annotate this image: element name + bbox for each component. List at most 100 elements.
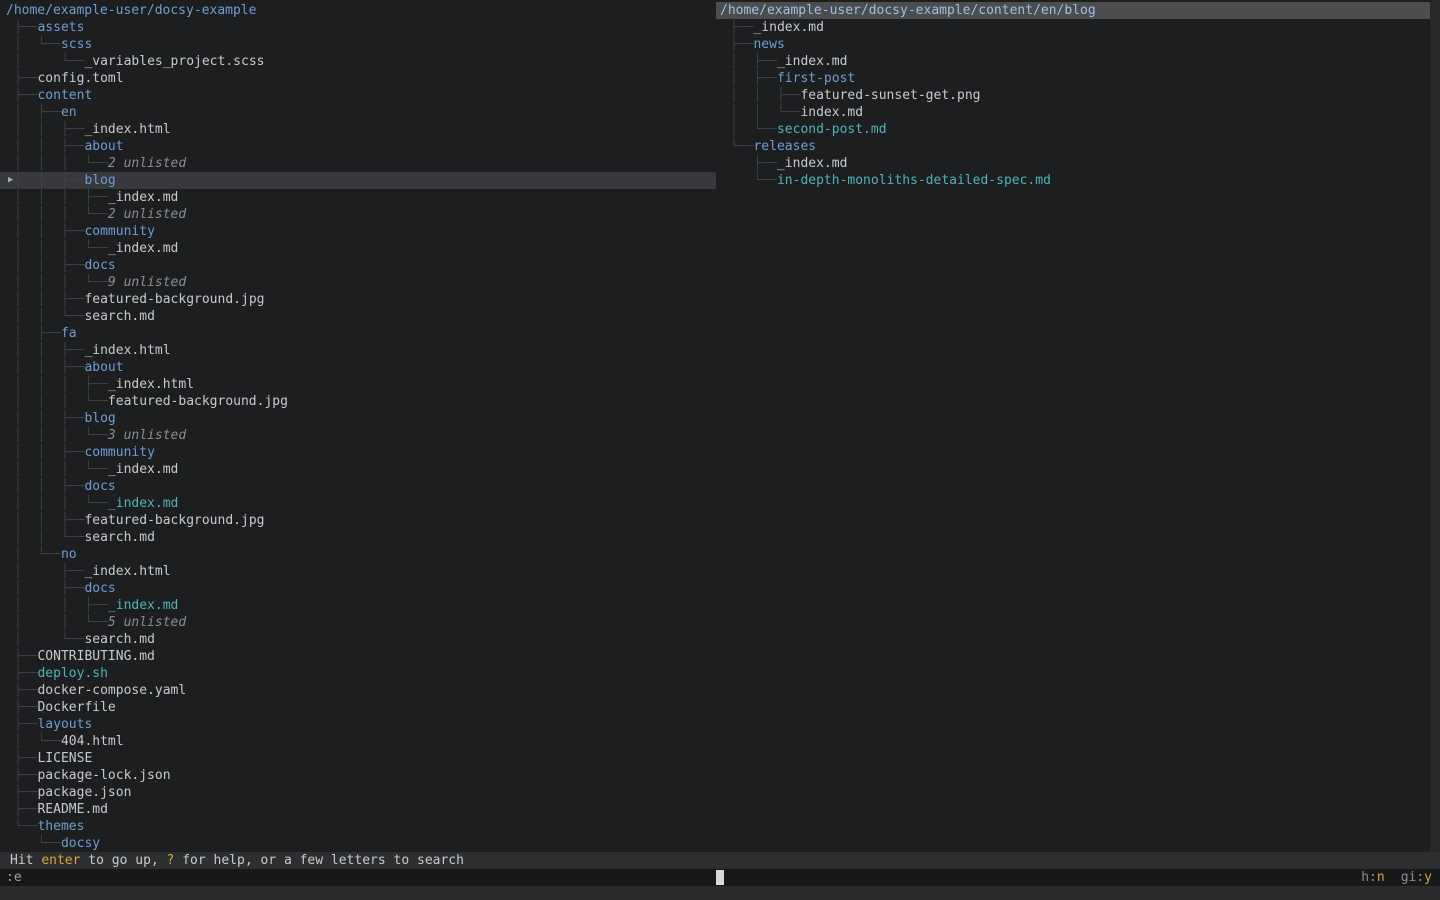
- tree-row[interactable]: │ │ ├──docs: [0, 257, 716, 274]
- entry-name: _index.md: [108, 598, 178, 613]
- tree-row[interactable]: ├──package.json: [0, 784, 716, 801]
- entry-name: about: [84, 139, 123, 154]
- tree-row[interactable]: │ │ └──index.md: [716, 104, 1440, 121]
- tree-row[interactable]: │ │ ├──community: [0, 223, 716, 240]
- tree-branch-lines: ├──: [730, 37, 753, 52]
- status-text: to go up,: [80, 853, 166, 868]
- tree-row[interactable]: │ │ ├──blog: [0, 410, 716, 427]
- tree-branch-lines: ├──: [14, 683, 37, 698]
- tree-row[interactable]: ├──config.toml: [0, 70, 716, 87]
- tree-row[interactable]: ├──LICENSE: [0, 750, 716, 767]
- left-panel-tree: ├──assets│ └──scss│ └──_variables_projec…: [0, 19, 716, 852]
- tree-row[interactable]: │ │ ├──about: [0, 138, 716, 155]
- tree-row[interactable]: └──releases: [716, 138, 1440, 155]
- tree-row[interactable]: │ │ ├──docs: [0, 478, 716, 495]
- tree-row[interactable]: │ │ ├──about: [0, 359, 716, 376]
- tree-row[interactable]: │ ├──docs: [0, 580, 716, 597]
- tree-row[interactable]: │ └──404.html: [0, 733, 716, 750]
- status-message-bar: Hit enter to go up, ? for help, or a few…: [0, 852, 1440, 869]
- tree-row[interactable]: │ │ ├──_index.md: [0, 597, 716, 614]
- tree-row[interactable]: ├──CONTRIBUTING.md: [0, 648, 716, 665]
- tree-branch-lines: │ │ │ ├──: [14, 377, 108, 392]
- tree-row[interactable]: ├──news: [716, 36, 1440, 53]
- tree-row[interactable]: │ │ ├──community: [0, 444, 716, 461]
- tree-row-unlisted[interactable]: │ │ │ └──3 unlisted: [0, 427, 716, 444]
- tree-row[interactable]: ├──docker-compose.yaml: [0, 682, 716, 699]
- entry-name: no: [61, 547, 77, 562]
- tree-row[interactable]: ├──README.md: [0, 801, 716, 818]
- bottom-strip: [0, 886, 1440, 900]
- tree-row[interactable]: │ ├──en: [0, 104, 716, 121]
- entry-name: CONTRIBUTING.md: [37, 649, 154, 664]
- tree-branch-lines: └──: [14, 836, 61, 851]
- tree-branch-lines: │ │ ├──: [14, 122, 84, 137]
- tree-row[interactable]: │ └──second-post.md: [716, 121, 1440, 138]
- entry-name: _index.md: [777, 156, 847, 171]
- tree-branch-lines: ├──: [14, 700, 37, 715]
- tree-row[interactable]: │ └──_variables_project.scss: [0, 53, 716, 70]
- entry-name: blog: [84, 411, 115, 426]
- tree-row[interactable]: │ └──search.md: [0, 631, 716, 648]
- tree-row[interactable]: │ │ └──search.md: [0, 529, 716, 546]
- tree-row[interactable]: │ │ │ ├──_index.html: [0, 376, 716, 393]
- tree-row[interactable]: ▶│ │ ├──blog: [0, 172, 716, 189]
- tree-row[interactable]: │ ├──_index.md: [716, 53, 1440, 70]
- entry-name: config.toml: [37, 71, 123, 86]
- tree-row[interactable]: │ │ ├──featured-sunset-get.png: [716, 87, 1440, 104]
- scrollbar[interactable]: [1430, 0, 1440, 852]
- tree-row[interactable]: │ │ ├──_index.html: [0, 121, 716, 138]
- tree-row[interactable]: │ │ │ └──_index.md: [0, 240, 716, 257]
- entry-name: themes: [37, 819, 84, 834]
- tree-row[interactable]: ├──content: [0, 87, 716, 104]
- tree-row[interactable]: │ │ │ └──_index.md: [0, 461, 716, 478]
- tree-row[interactable]: ├──Dockerfile: [0, 699, 716, 716]
- tree-row[interactable]: │ │ ├──featured-background.jpg: [0, 291, 716, 308]
- tree-row[interactable]: ├──layouts: [0, 716, 716, 733]
- tree-row[interactable]: ├──_index.md: [716, 19, 1440, 36]
- entry-name: featured-sunset-get.png: [800, 88, 980, 103]
- tree-row[interactable]: │ └──no: [0, 546, 716, 563]
- tree-row-unlisted[interactable]: │ │ │ └──2 unlisted: [0, 206, 716, 223]
- selection-arrow-icon: ▶: [8, 172, 13, 189]
- tree-row[interactable]: └──in-depth-monoliths-detailed-spec.md: [716, 172, 1440, 189]
- entry-name: featured-background.jpg: [84, 513, 264, 528]
- tree-row[interactable]: │ ├──first-post: [716, 70, 1440, 87]
- entry-name: about: [84, 360, 123, 375]
- tree-branch-lines: ├──: [14, 88, 37, 103]
- entry-name: community: [84, 224, 154, 239]
- tree-branch-lines: ├──: [730, 156, 777, 171]
- flag-label: h:: [1361, 870, 1377, 885]
- tree-row[interactable]: ├──_index.md: [716, 155, 1440, 172]
- tree-row-unlisted[interactable]: │ │ │ └──2 unlisted: [0, 155, 716, 172]
- tree-row[interactable]: │ │ │ └──featured-background.jpg: [0, 393, 716, 410]
- tree-row[interactable]: ├──assets: [0, 19, 716, 36]
- tree-row[interactable]: └──themes: [0, 818, 716, 835]
- tree-row[interactable]: │ │ │ └──_index.md: [0, 495, 716, 512]
- tree-branch-lines: │ │ └──: [14, 530, 84, 545]
- entry-name: search.md: [84, 309, 154, 324]
- left-panel-path: /home/example-user/docsy-example: [0, 2, 716, 19]
- tree-row[interactable]: └──docsy: [0, 835, 716, 852]
- tree-row[interactable]: │ │ └──search.md: [0, 308, 716, 325]
- tree-row[interactable]: │ │ ├──_index.html: [0, 342, 716, 359]
- tree-branch-lines: ├──: [14, 802, 37, 817]
- tree-row[interactable]: │ ├──_index.html: [0, 563, 716, 580]
- tree-row-unlisted[interactable]: │ │ └──5 unlisted: [0, 614, 716, 631]
- tree-row[interactable]: ├──package-lock.json: [0, 767, 716, 784]
- command-input-bar[interactable]: :e h:ngi:y: [0, 869, 1440, 886]
- tree-branch-lines: ├──: [14, 768, 37, 783]
- entry-name: releases: [753, 139, 816, 154]
- tree-row[interactable]: │ │ │ ├──_index.md: [0, 189, 716, 206]
- tree-row[interactable]: ├──deploy.sh: [0, 665, 716, 682]
- tree-row[interactable]: │ │ ├──featured-background.jpg: [0, 512, 716, 529]
- entry-name: fa: [61, 326, 77, 341]
- entry-name: _index.md: [108, 496, 178, 511]
- tree-branch-lines: │ │ ├──: [14, 343, 84, 358]
- entry-name: README.md: [37, 802, 107, 817]
- left-command-input[interactable]: :e: [6, 869, 22, 886]
- tree-row[interactable]: │ └──scss: [0, 36, 716, 53]
- tree-branch-lines: │ │ │ └──: [14, 462, 108, 477]
- tree-row[interactable]: │ ├──fa: [0, 325, 716, 342]
- tree-row-unlisted[interactable]: │ │ │ └──9 unlisted: [0, 274, 716, 291]
- tree-branch-lines: │ │ ├──: [14, 360, 84, 375]
